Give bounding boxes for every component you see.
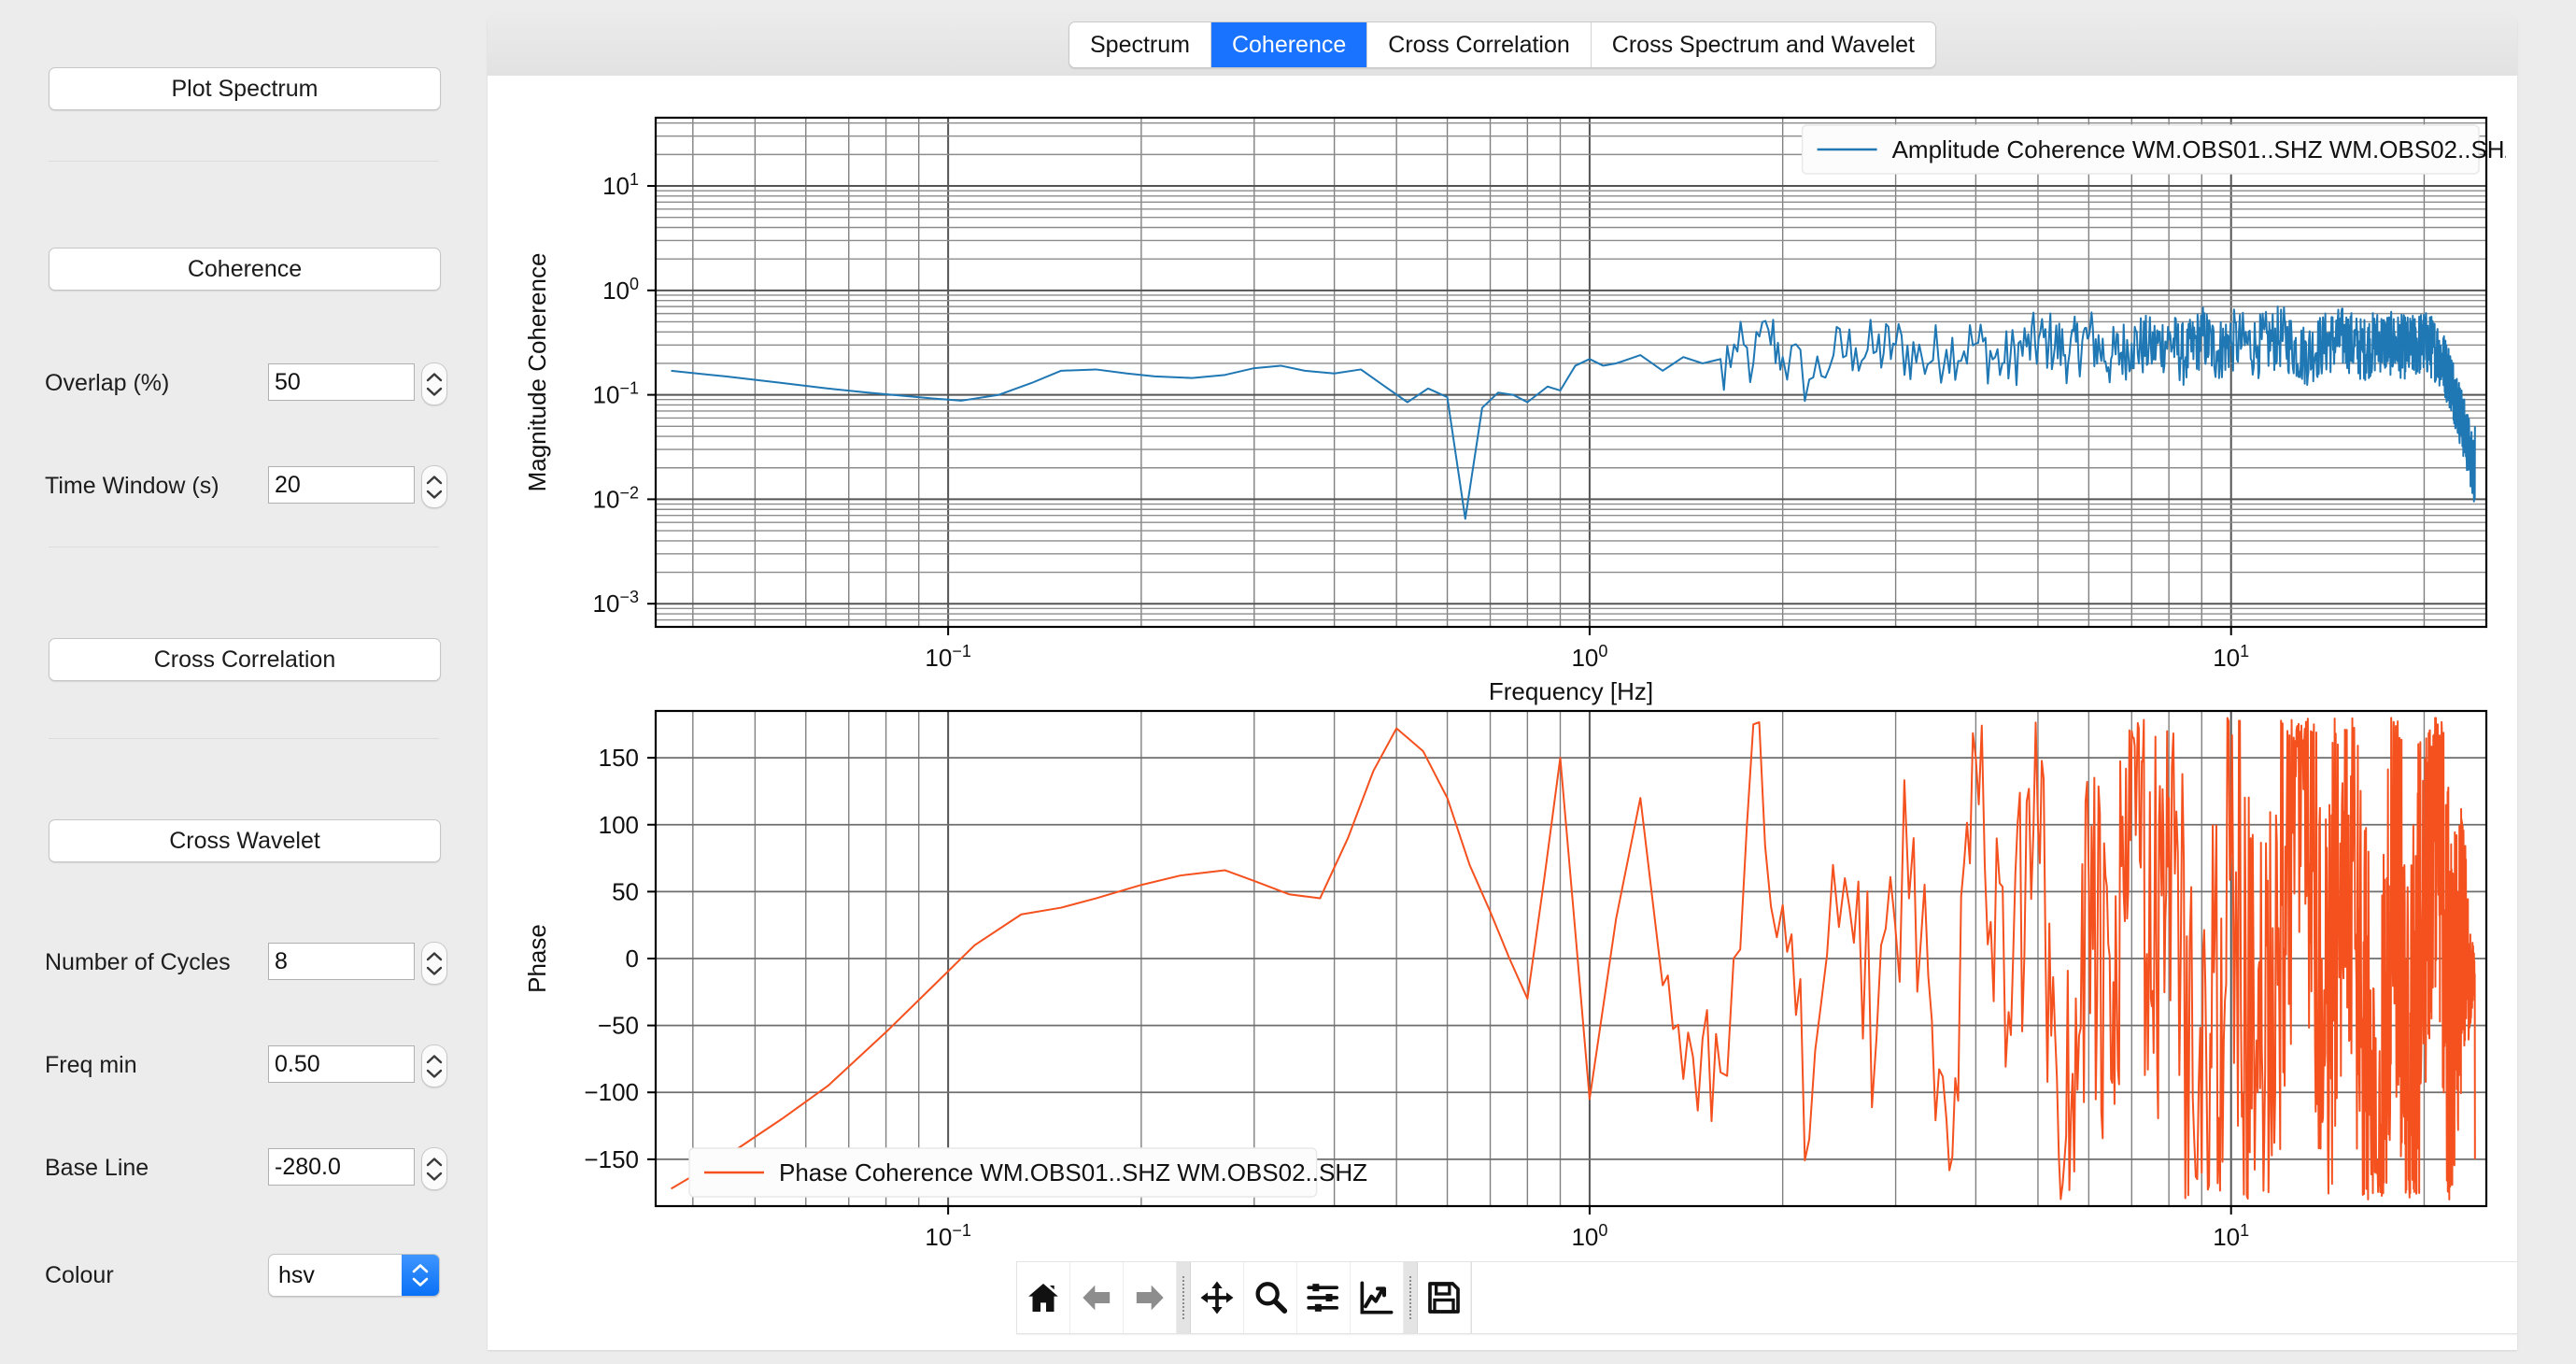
input-freq-min[interactable]: 0.50: [268, 1045, 415, 1083]
back-arrow-icon[interactable]: [1070, 1262, 1124, 1333]
spinner-freq-min: 0.50: [268, 1044, 447, 1087]
field-label-colour: Colour: [45, 1262, 114, 1288]
application-window: Plot Spectrum Coherence Cross Correlation C…: [0, 0, 2576, 1364]
svg-text:10−1: 10−1: [593, 379, 639, 409]
stepper-freq-min[interactable]: [421, 1044, 447, 1087]
svg-text:−100: −100: [584, 1078, 639, 1106]
chevron-down-icon[interactable]: [426, 1172, 443, 1182]
input-number-of-cycles[interactable]: 8: [268, 943, 415, 980]
field-label-freq-min: Freq min: [45, 1052, 137, 1078]
sidebar-button-cross-correlation[interactable]: Cross Correlation: [49, 638, 441, 681]
svg-text:10−2: 10−2: [593, 483, 639, 513]
amplitude-coherence-axes: 10−1 100 101 10−3 10−2 10−1 100 101 Frequency [H…: [523, 116, 2517, 705]
chevron-up-icon[interactable]: [426, 1157, 443, 1167]
tab-bar: Spectrum Coherence Cross Correlation Cross …: [488, 14, 2517, 76]
matplotlib-canvas[interactable]: 10−1 100 101 10−3 10−2 10−1 100 101 Frequency [H…: [499, 76, 2517, 1285]
svg-text:10−1: 10−1: [925, 1221, 970, 1251]
svg-text:10−3: 10−3: [593, 588, 639, 618]
chevron-down-icon[interactable]: [426, 1069, 443, 1079]
sidebar-button-coherence[interactable]: Coherence: [49, 248, 441, 291]
phase-coherence-legend: Phase Coherence WM.OBS01..SHZ WM.OBS02..…: [688, 1147, 1367, 1198]
sidebar-field-freq-min: Freq min 0.50: [0, 1042, 488, 1088]
toolbar-separator: [1177, 1262, 1191, 1333]
phase-coherence-ylabel: Phase: [523, 924, 551, 993]
sidebar-separator: [49, 161, 439, 162]
spinner-number-of-cycles: 8: [268, 942, 447, 985]
field-label-number-of-cycles: Number of Cycles: [45, 949, 231, 975]
save-floppy-icon[interactable]: [1418, 1262, 1471, 1333]
svg-text:101: 101: [2213, 1221, 2249, 1251]
select-chevron-icon[interactable]: [402, 1255, 439, 1296]
coherence-figure: 10−1 100 101 10−3 10−2 10−1 100 101 Frequency [H…: [523, 116, 2517, 1285]
sidebar-field-number-of-cycles: Number of Cycles 8: [0, 939, 488, 986]
svg-text:101: 101: [2213, 642, 2249, 672]
spinner-overlap: 50: [268, 362, 447, 405]
svg-text:0: 0: [626, 945, 639, 973]
sidebar-separator: [49, 738, 439, 739]
svg-text:−50: −50: [598, 1012, 639, 1040]
forward-arrow-icon[interactable]: [1124, 1262, 1177, 1333]
navigation-toolbar: [1016, 1261, 2517, 1334]
sidebar-button-cross-wavelet[interactable]: Cross Wavelet: [49, 819, 441, 862]
amplitude-coherence-ylabel: Magnitude Coherence: [523, 253, 551, 492]
sidebar-field-time-window-s: Time Window (s) 20: [0, 462, 488, 509]
sidebar-field-base-line: Base Line -280.0: [0, 1144, 488, 1191]
control-sidebar: Plot Spectrum Coherence Cross Correlation C…: [0, 0, 488, 1364]
home-icon[interactable]: [1017, 1262, 1070, 1333]
field-label-base-line: Base Line: [45, 1155, 149, 1181]
select-value-colour: hsv: [278, 1262, 315, 1288]
tab-group: Spectrum Coherence Cross Correlation Cross …: [1068, 21, 1936, 68]
toolbar-message: [1472, 1261, 2517, 1334]
svg-text:100: 100: [602, 275, 639, 305]
stepper-base-line[interactable]: [421, 1147, 447, 1190]
amplitude-coherence-legend: Amplitude Coherence WM.OBS01..SHZ WM.OBS…: [1801, 124, 2517, 175]
sidebar-field-overlap: Overlap (%) 50: [0, 360, 488, 406]
stepper-time-window-s[interactable]: [421, 465, 447, 508]
svg-text:−150: −150: [584, 1145, 639, 1173]
spinner-time-window-s: 20: [268, 465, 447, 508]
sidebar-field-colour: Colour hsv: [0, 1252, 488, 1299]
chevron-down-icon[interactable]: [426, 490, 443, 500]
stepper-number-of-cycles[interactable]: [421, 942, 447, 985]
chevron-up-icon[interactable]: [426, 372, 443, 382]
chevron-down-icon[interactable]: [426, 966, 443, 976]
input-time-window-s[interactable]: 20: [268, 466, 415, 504]
chevron-up-icon[interactable]: [426, 951, 443, 961]
field-label-time-window-s: Time Window (s): [45, 473, 219, 499]
phase-coherence-axes: 10−1100101−150−100−50050100150Frequency …: [523, 709, 2488, 1285]
zoom-magnifier-icon[interactable]: [1244, 1262, 1297, 1333]
select-colour[interactable]: hsv: [268, 1254, 440, 1297]
legend-label: Amplitude Coherence WM.OBS01..SHZ WM.OBS…: [1892, 135, 2506, 163]
amplitude-coherence-xlabel: Frequency [Hz]: [1489, 677, 1653, 705]
panel-header: Spectrum Coherence Cross Correlation Cross …: [488, 14, 2517, 76]
svg-text:100: 100: [1571, 1221, 1607, 1251]
field-label-overlap: Overlap (%): [45, 370, 170, 396]
toolbar-separator: [1404, 1262, 1418, 1333]
edit-curve-icon[interactable]: [1351, 1262, 1404, 1333]
chevron-down-icon[interactable]: [426, 387, 443, 397]
svg-text:50: 50: [612, 877, 639, 905]
chevron-up-icon[interactable]: [426, 475, 443, 485]
tab-cross-spectrum-and-wavelet[interactable]: Cross Spectrum and Wavelet: [1592, 22, 1935, 67]
svg-text:100: 100: [1571, 642, 1607, 672]
svg-text:101: 101: [602, 170, 639, 200]
tab-coherence[interactable]: Coherence: [1210, 22, 1368, 67]
tab-spectrum[interactable]: Spectrum: [1069, 22, 1211, 67]
input-base-line[interactable]: -280.0: [268, 1148, 415, 1186]
pan-move-icon[interactable]: [1191, 1262, 1244, 1333]
svg-text:10−1: 10−1: [925, 642, 970, 672]
subplot-sliders-icon[interactable]: [1297, 1262, 1351, 1333]
svg-text:150: 150: [599, 744, 639, 772]
stepper-overlap[interactable]: [421, 362, 447, 405]
chevron-up-icon[interactable]: [426, 1054, 443, 1064]
legend-label: Phase Coherence WM.OBS01..SHZ WM.OBS02..…: [779, 1158, 1367, 1186]
svg-text:100: 100: [599, 811, 639, 839]
input-overlap[interactable]: 50: [268, 363, 415, 401]
toolbar-button-group: [1016, 1261, 1472, 1334]
main-panel: Spectrum Coherence Cross Correlation Cross …: [488, 14, 2517, 1350]
sidebar-button-plot-spectrum[interactable]: Plot Spectrum: [49, 67, 441, 110]
spinner-base-line: -280.0: [268, 1147, 447, 1190]
tab-cross-correlation[interactable]: Cross Correlation: [1367, 22, 1592, 67]
